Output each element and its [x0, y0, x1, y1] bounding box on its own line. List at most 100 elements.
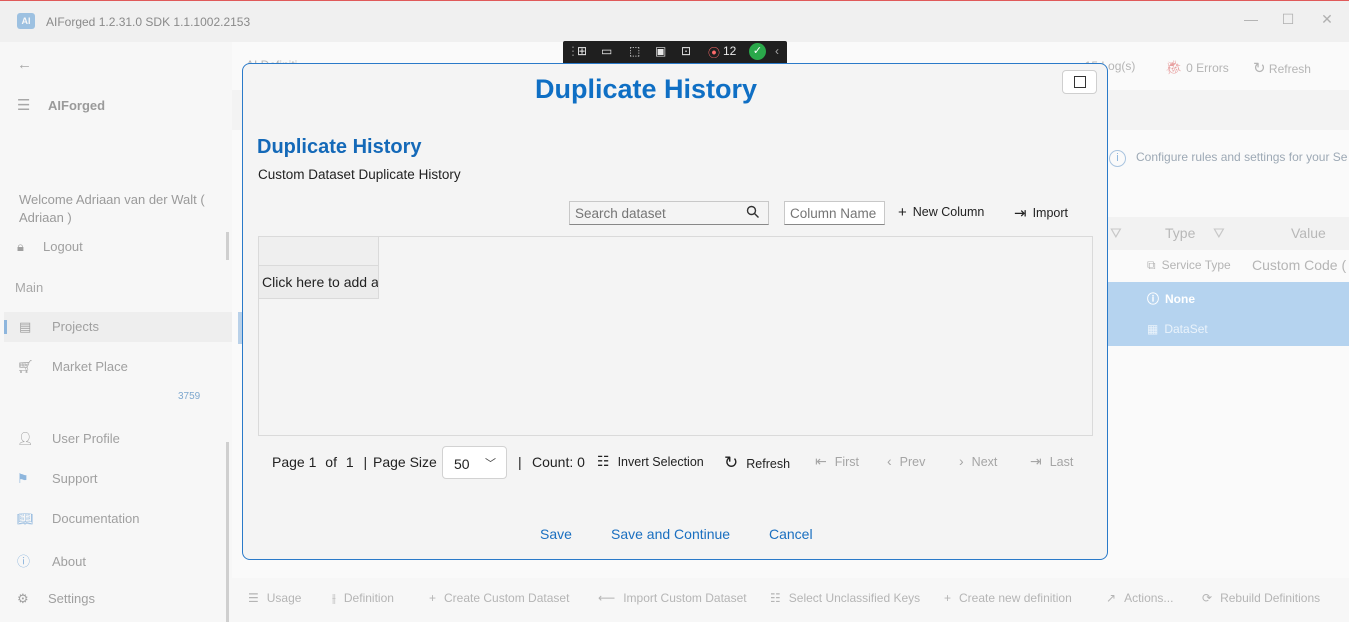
first-page-icon: ⇤	[815, 453, 827, 469]
import-custom-dataset-button[interactable]: ⟵ Import Custom Dataset	[598, 591, 747, 605]
maximize-dialog-button[interactable]	[1062, 70, 1097, 94]
check-icon[interactable]: ✓	[749, 43, 766, 60]
pager-page-info: Page 1 of 1 |	[272, 454, 368, 470]
count-label: Count: 0	[532, 454, 585, 470]
filter-icon[interactable]: ⛛	[1213, 225, 1225, 242]
column-name-input[interactable]	[790, 204, 882, 222]
checklist-icon: ☷	[770, 591, 781, 605]
dataset-grid-icon: ▦	[1147, 322, 1159, 336]
plus-icon: +	[429, 591, 437, 605]
hamburger-menu-icon[interactable]: ☰	[17, 96, 30, 114]
plus-icon: +	[944, 591, 952, 605]
filter-icon[interactable]: ⛛	[1110, 225, 1122, 242]
add-row-cell[interactable]: Click here to add a	[259, 266, 379, 299]
next-page-button[interactable]: › Next	[959, 453, 997, 469]
sidebar-item-about[interactable]: ⓘ About	[17, 551, 86, 570]
import-arrow-icon: ⇥	[1014, 205, 1027, 222]
grid-refresh-button[interactable]: ↻ Refresh	[724, 453, 790, 473]
display-layout-icon[interactable]: ⊡	[681, 44, 691, 58]
lock-icon: 🔒︎	[17, 239, 24, 254]
last-page-button[interactable]: ⇥ Last	[1030, 453, 1073, 470]
select-element-icon[interactable]: ⬚	[629, 44, 640, 58]
cancel-button[interactable]: Cancel	[769, 526, 813, 542]
search-icon[interactable]	[746, 205, 760, 219]
first-page-button[interactable]: ⇤ First	[815, 453, 859, 470]
maximize-button[interactable]: ☐	[1278, 9, 1298, 29]
definition-button[interactable]: ⫲ Definition	[332, 591, 394, 606]
table-cell: ▦ DataSet	[1147, 322, 1208, 336]
plus-icon: +	[898, 204, 907, 221]
search-input[interactable]	[575, 204, 740, 222]
collapse-chevron-icon[interactable]: ‹	[775, 44, 779, 58]
save-and-continue-button[interactable]: Save and Continue	[611, 526, 730, 542]
debug-toolbar: ⋮ ⊞ ▭ ⬚ ▣ ⊡ ⦿ 12 ✓ ‹	[563, 41, 787, 65]
search-box	[569, 201, 769, 225]
service-type-icon: ⧉	[1147, 258, 1156, 272]
table-cell: Custom Code (	[1252, 257, 1347, 273]
dataset-grid[interactable]: Click here to add a	[258, 236, 1093, 436]
import-button[interactable]: ⇥ Import	[1014, 204, 1068, 222]
import-arrow-icon: ⟵	[598, 591, 616, 605]
page-size-label: Page Size	[373, 454, 437, 470]
sidebar-item-label: Support	[52, 471, 98, 486]
sidebar-app-name: AIForged	[48, 98, 106, 113]
close-button[interactable]: ✕	[1317, 9, 1337, 29]
user-profile-icon: 👤︎	[17, 431, 34, 446]
sidebar-item-projects[interactable]: ▤ Projects	[17, 319, 99, 335]
sidebar-scrollbar-lower[interactable]	[226, 442, 229, 622]
column-header-type[interactable]: Type	[1165, 225, 1195, 241]
sidebar-item-documentation[interactable]: 📖︎ Documentation	[17, 511, 139, 527]
prev-page-button[interactable]: ‹ Prev	[887, 453, 925, 469]
sidebar-item-label: About	[52, 554, 86, 569]
table-cell: ⓘ None	[1147, 292, 1196, 306]
errors-button[interactable]: 🐞︎ 0 Errors	[1165, 59, 1229, 76]
book-icon: 📖︎	[17, 511, 34, 526]
rebuild-definitions-button[interactable]: ⟳ Rebuild Definitions	[1202, 591, 1320, 605]
new-column-button[interactable]: + New Column	[898, 204, 984, 221]
maximize-icon	[1074, 76, 1086, 88]
minimize-button[interactable]: —	[1241, 9, 1261, 29]
video-icon[interactable]: ▭	[601, 44, 612, 58]
save-button[interactable]: Save	[540, 526, 572, 542]
back-arrow-icon[interactable]: ←	[17, 56, 32, 73]
invert-selection-button[interactable]: ☷ Invert Selection	[597, 453, 704, 470]
grid-header-cell[interactable]	[259, 237, 379, 266]
sidebar-item-settings[interactable]: ⚙ Settings	[17, 591, 95, 607]
sidebar-item-label: Projects	[52, 319, 99, 334]
section-subtitle: Custom Dataset Duplicate History	[258, 167, 461, 182]
column-name-box	[784, 201, 885, 225]
section-title: Duplicate History	[257, 136, 422, 158]
select-unclassified-keys-button[interactable]: ☷ Select Unclassified Keys	[770, 591, 920, 605]
column-header-value[interactable]: Value	[1291, 225, 1326, 241]
sidebar-item-market-place[interactable]: 🛒︎ Market Place	[17, 359, 128, 375]
table-row-selected[interactable]	[1107, 282, 1349, 346]
usage-button[interactable]: ☰ Usage	[248, 591, 301, 605]
definition-icon: ⫲	[332, 591, 336, 605]
live-tree-icon[interactable]: ⊞	[577, 44, 587, 58]
welcome-text: Welcome Adriaan van der Walt ( Adriaan )	[19, 192, 205, 225]
bug-icon: 🐞︎	[1165, 59, 1183, 75]
checklist-icon: ☷	[597, 453, 610, 469]
actions-button[interactable]: ↗ Actions...	[1106, 591, 1173, 605]
support-icon: ⚑	[17, 471, 29, 486]
info-icon: i	[1109, 150, 1126, 167]
sidebar-item-support[interactable]: ⚑ Support	[17, 471, 98, 487]
sidebar-scrollbar[interactable]	[226, 232, 229, 260]
chevron-left-icon: ‹	[887, 453, 892, 469]
arrow-up-right-icon: ↗	[1106, 591, 1117, 605]
layout-adorner-icon[interactable]: ▣	[655, 44, 666, 58]
refresh-icon: ↻	[724, 453, 739, 472]
selection-indicator	[4, 320, 7, 334]
binding-failures-icon[interactable]: ⦿	[708, 44, 720, 61]
page-size-select[interactable]: 50 ﹀	[442, 446, 507, 479]
sidebar-item-user-profile[interactable]: 👤︎ User Profile	[17, 431, 120, 447]
create-custom-dataset-button[interactable]: + Create Custom Dataset	[429, 591, 569, 605]
sidebar-item-label: Settings	[48, 591, 95, 606]
chevron-right-icon: ›	[959, 453, 964, 469]
sidebar-item-logout[interactable]: 🔒︎ Logout	[17, 239, 83, 255]
sidebar-item-label: Market Place	[52, 359, 128, 374]
title-bar: AI AIForged 1.2.31.0 SDK 1.1.1002.2153 —…	[0, 0, 1349, 42]
question-icon: ⓘ	[1147, 292, 1160, 306]
create-new-definition-button[interactable]: + Create new definition	[944, 591, 1072, 605]
background-refresh-button[interactable]: ↻ Refresh	[1253, 59, 1311, 77]
